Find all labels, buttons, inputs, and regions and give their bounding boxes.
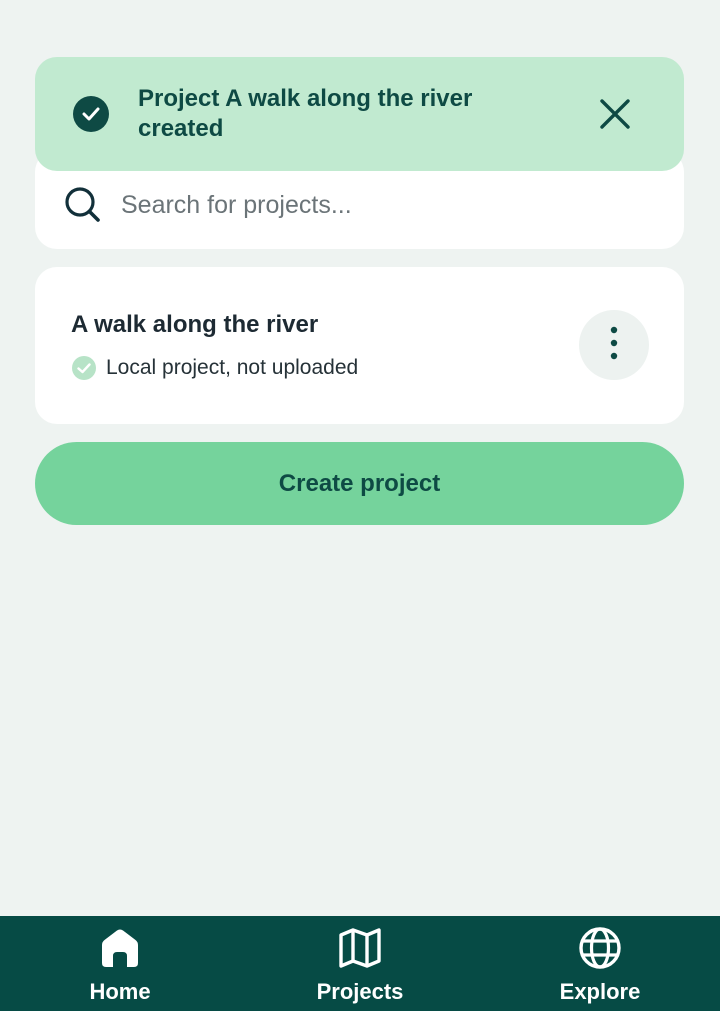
close-icon[interactable] <box>598 97 632 131</box>
check-circle-icon <box>72 356 96 380</box>
check-circle-icon <box>73 96 109 132</box>
create-project-button[interactable]: Create project <box>35 442 684 525</box>
nav-item-explore[interactable]: Explore <box>480 916 720 1011</box>
bottom-nav: Home Projects Explore <box>0 916 720 1011</box>
status-text: Local project, not uploaded <box>106 356 359 379</box>
map-icon <box>338 926 382 970</box>
more-vertical-icon <box>610 326 618 365</box>
project-card[interactable]: A walk along the river Local project, no… <box>35 267 684 424</box>
nav-label: Explore <box>559 979 641 1004</box>
app-screen: Project A walk along the river created A… <box>0 0 720 1011</box>
project-status: Local project, not uploaded <box>72 356 358 380</box>
project-title: A walk along the river <box>71 311 319 338</box>
search-input[interactable] <box>121 185 601 225</box>
nav-item-home[interactable]: Home <box>0 916 240 1011</box>
nav-label: Home <box>89 979 151 1004</box>
globe-icon <box>578 926 622 970</box>
more-options-button[interactable] <box>579 310 649 380</box>
home-icon <box>98 926 142 970</box>
nav-item-projects[interactable]: Projects <box>240 916 480 1011</box>
success-toast: Project A walk along the river created <box>35 57 684 171</box>
nav-label: Projects <box>316 979 404 1004</box>
toast-message: Project A walk along the river created <box>138 85 473 142</box>
search-icon <box>63 185 103 225</box>
